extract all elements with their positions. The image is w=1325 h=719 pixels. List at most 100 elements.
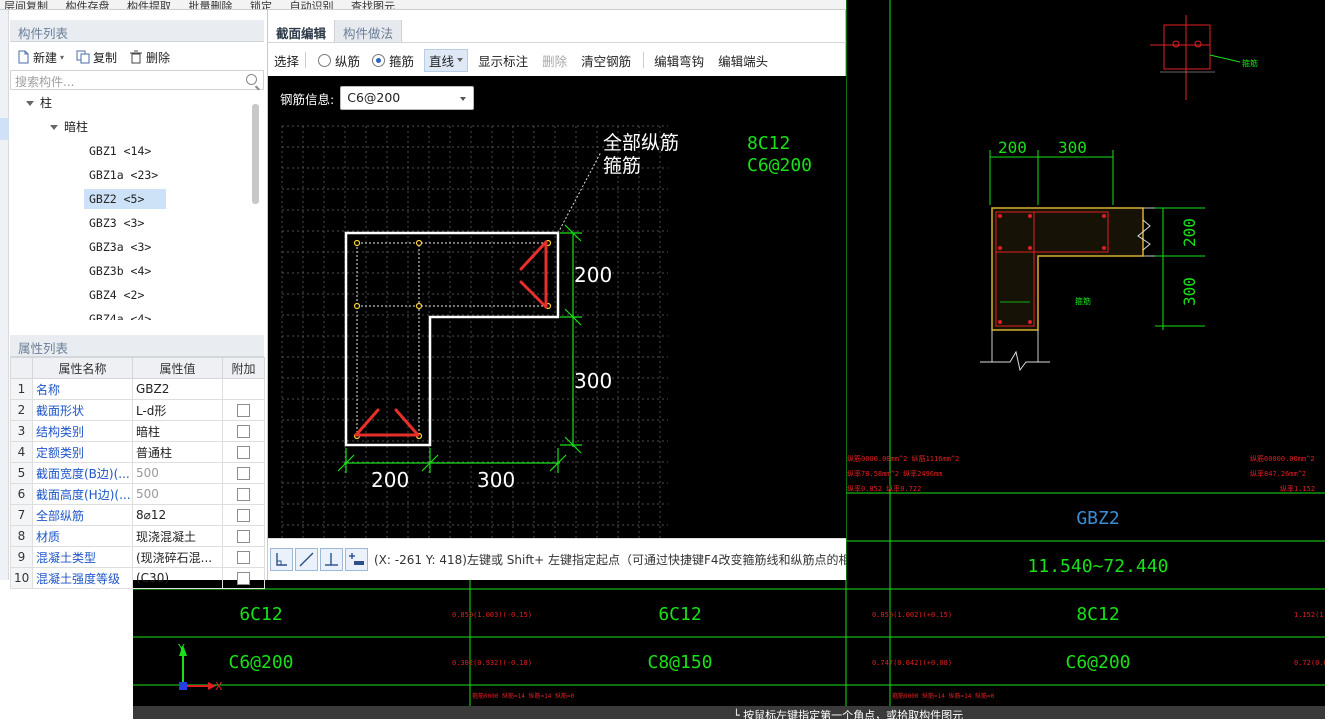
top-item-0[interactable]: 层间复制 <box>4 0 48 9</box>
tree-leaf-item[interactable]: GBZ1 <14> <box>84 141 156 161</box>
component-tree: 柱 暗柱 GBZ1 <14> GBZ1a <23> GBZ2 <5> GBZ3 … <box>10 91 264 320</box>
tree-leaf-item[interactable]: GBZ1a <23> <box>84 165 163 185</box>
delete-button[interactable]: 删除 <box>129 49 170 66</box>
line-mode-dropdown[interactable]: 直线 <box>424 48 469 72</box>
property-name: 混凝土强度等级 <box>32 567 133 589</box>
top-item-2[interactable]: 构件提取 <box>127 0 171 9</box>
top-item-3[interactable]: 批量删除 <box>189 0 233 9</box>
dim-right-bottom: 300 <box>574 369 612 393</box>
top-item-6[interactable]: 查找图元 <box>351 0 395 9</box>
top-item-4[interactable]: 锁定 <box>250 0 272 9</box>
svg-text:纵筋0000.00mm^2 纵筋1116mm^2: 纵筋0000.00mm^2 纵筋1116mm^2 <box>847 454 959 463</box>
tab-section-edit[interactable]: 截面编辑 <box>268 20 336 42</box>
extra-checkbox[interactable] <box>237 425 250 438</box>
property-row[interactable]: 6 截面高度(H边)(... 500 <box>10 483 265 505</box>
tree-node-column[interactable]: 柱 <box>26 93 52 113</box>
property-row[interactable]: 9 混凝土类型 (现浇碎石混... <box>10 546 265 568</box>
new-button[interactable]: 新建 ▾ <box>16 49 64 66</box>
property-row[interactable]: 1 名称 GBZ2 <box>10 378 265 400</box>
snap-perp-button[interactable] <box>320 548 343 571</box>
snap-ortho-button[interactable] <box>270 548 293 571</box>
property-row[interactable]: 8 材质 现浇混凝土 <box>10 525 265 547</box>
extra-checkbox[interactable] <box>237 467 250 480</box>
expand-caret-icon[interactable] <box>26 101 34 106</box>
property-value[interactable]: 500 <box>132 462 223 484</box>
property-value[interactable]: 暗柱 <box>132 420 223 442</box>
property-value[interactable]: 500 <box>132 483 223 505</box>
delete-rebar-button[interactable]: 删除 <box>542 51 567 70</box>
search-icon[interactable] <box>246 74 257 85</box>
extra-cell <box>222 504 265 526</box>
radio-stirrup[interactable]: 箍筋 <box>372 51 414 70</box>
property-row[interactable]: 3 结构类别 暗柱 <box>10 420 265 442</box>
rebar-info-select[interactable]: C6@200 <box>340 86 475 110</box>
tree-leaf-item[interactable]: GBZ3 <3> <box>84 213 149 233</box>
tree-node-label: 暗柱 <box>64 120 89 134</box>
row-number: 8 <box>10 525 33 547</box>
tree-node-hidden-column[interactable]: 暗柱 <box>50 117 88 137</box>
property-row[interactable]: 4 定额类别 普通柱 <box>10 441 265 463</box>
extra-checkbox[interactable] <box>237 509 250 522</box>
svg-text:1.152(1.003): 1.152(1.003) <box>1294 611 1325 619</box>
property-value[interactable]: 现浇混凝土 <box>132 525 223 547</box>
tree-leaf-item[interactable]: GBZ3a <3> <box>84 237 156 257</box>
select-button[interactable]: 选择 <box>274 51 299 70</box>
spec-stirrup: C6@200 <box>747 155 812 176</box>
extra-checkbox[interactable] <box>237 446 250 459</box>
property-name: 截面宽度(B边)(... <box>32 462 133 484</box>
top-toolbar: 层间复制 构件存盘 构件提取 批量删除 锁定 自动识别 查找图元 <box>0 0 846 10</box>
new-dropdown-icon[interactable]: ▾ <box>60 53 64 62</box>
leader-label-longitudinal: 全部纵筋 <box>603 132 679 154</box>
extra-checkbox[interactable] <box>237 404 250 417</box>
show-dims-button[interactable]: 显示标注 <box>478 51 528 70</box>
property-name: 定额类别 <box>32 441 133 463</box>
side-nav-strip[interactable] <box>0 10 9 580</box>
property-value[interactable]: (C30) <box>132 567 223 589</box>
svg-text:纵率78.58mm^2 纵率2496mm: 纵率78.58mm^2 纵率2496mm <box>847 469 942 478</box>
property-value[interactable]: GBZ2 <box>132 378 223 400</box>
copy-button[interactable]: 复制 <box>76 49 117 66</box>
property-value[interactable]: L-d形 <box>132 399 223 421</box>
tree-leaf-item[interactable]: GBZ4 <2> <box>84 285 149 305</box>
perpendicular-icon <box>325 553 338 566</box>
radio-stirrup-label: 箍筋 <box>389 53 415 69</box>
property-row[interactable]: 2 截面形状 L-d形 <box>10 399 265 421</box>
snap-line-button[interactable] <box>295 548 318 571</box>
cad-row1-a: 6C12 <box>239 604 282 625</box>
edit-hook-button[interactable]: 编辑弯钩 <box>654 51 704 70</box>
property-row[interactable]: 7 全部纵筋 8⌀12 <box>10 504 265 526</box>
clear-rebar-button[interactable]: 清空钢筋 <box>581 51 631 70</box>
row-number: 7 <box>10 504 33 526</box>
editor-status-bar: (X: -261 Y: 418)左键或 Shift+ 左键指定起点（可通过快捷键… <box>268 538 846 580</box>
tab-method[interactable]: 构件做法 <box>335 20 403 42</box>
property-value[interactable]: 普通柱 <box>132 441 223 463</box>
tree-leaf-item[interactable]: GBZ3b <4> <box>84 261 156 281</box>
section-canvas[interactable]: 全部纵筋 箍筋 8C12 C6@200 200 300 200 300 钢筋信息… <box>268 76 846 538</box>
rebar-info-value: C6@200 <box>347 90 401 105</box>
extra-checkbox[interactable] <box>237 551 250 564</box>
component-list-title: 构件列表 <box>10 20 264 42</box>
extra-checkbox[interactable] <box>237 488 250 501</box>
rebar-info-label: 钢筋信息: <box>280 91 335 107</box>
expand-caret-icon[interactable] <box>50 125 58 130</box>
property-value[interactable]: 8⌀12 <box>132 504 223 526</box>
property-row[interactable]: 10 混凝土强度等级 (C30) <box>10 567 265 589</box>
cad-table-name: GBZ2 <box>1076 508 1119 529</box>
tree-leaf-item[interactable]: GBZ4a <4> <box>84 309 156 320</box>
property-value[interactable]: (现浇碎石混... <box>132 546 223 568</box>
tree-leaf-item-selected[interactable]: GBZ2 <5> <box>84 189 166 209</box>
tree-scrollbar[interactable] <box>252 104 259 204</box>
tree-node-label: 柱 <box>40 96 53 110</box>
cad-dim-right-top: 200 <box>1180 218 1199 247</box>
snap-offset-button[interactable] <box>345 548 368 571</box>
extra-checkbox[interactable] <box>237 572 250 585</box>
extra-checkbox[interactable] <box>237 530 250 543</box>
component-search-input[interactable]: 搜索构件... <box>10 70 264 90</box>
edit-end-button[interactable]: 编辑端头 <box>718 51 768 70</box>
radio-longitudinal[interactable]: 纵筋 <box>318 51 360 70</box>
property-row[interactable]: 5 截面宽度(B边)(... 500 <box>10 462 265 484</box>
top-item-1[interactable]: 构件存盘 <box>66 0 110 9</box>
svg-text:箍筋0000 纵筋=14 纵筋=14 纵筋=0: 箍筋0000 纵筋=14 纵筋=14 纵筋=0 <box>472 692 575 700</box>
new-button-label: 新建 <box>33 50 58 65</box>
top-item-5[interactable]: 自动识别 <box>290 0 334 9</box>
